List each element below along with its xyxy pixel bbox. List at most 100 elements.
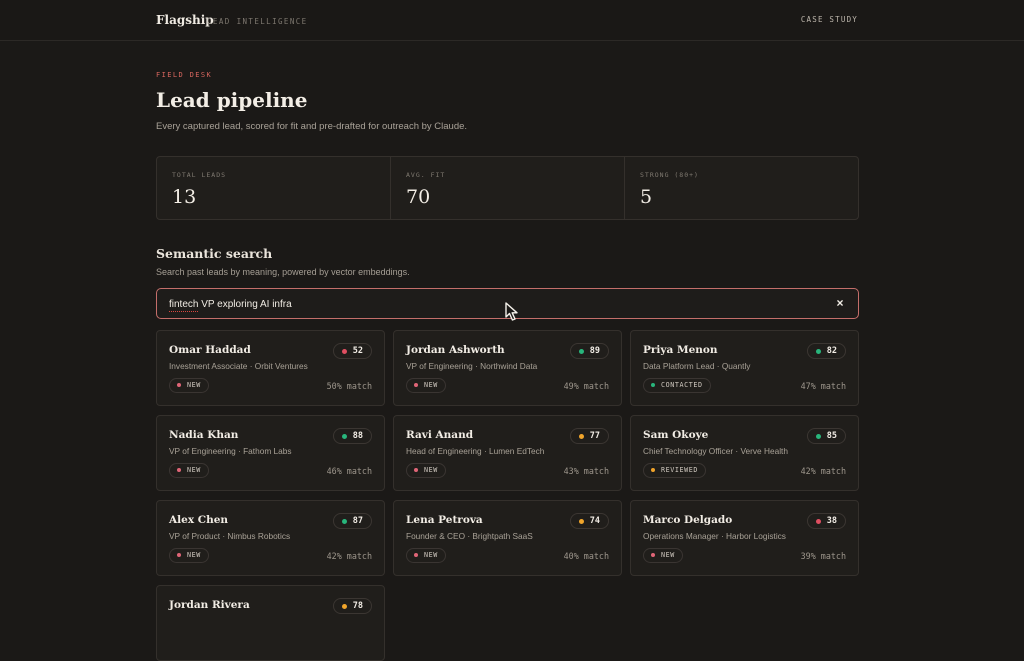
lead-status-badge: CONTACTED (643, 378, 711, 393)
score-status-dot-icon (341, 349, 347, 354)
lead-card[interactable]: Ravi Anand 77 Head of Engineering · Lume… (393, 415, 622, 491)
fit-score-badge: 82 (806, 343, 846, 359)
lead-status: NEW (424, 466, 438, 474)
lead-card[interactable]: Jordan Ashworth 89 VP of Engineering · N… (393, 330, 622, 406)
semantic-match-score: 50% match (326, 381, 372, 391)
stat-value: 5 (640, 186, 653, 208)
score-status-dot-icon (578, 434, 584, 439)
semantic-match-score: 42% match (800, 466, 846, 476)
lead-role: Data Platform Lead · Quantly (643, 361, 751, 371)
lead-name: Lena Petrova (406, 514, 483, 526)
lead-card[interactable]: Nadia Khan 88 VP of Engineering · Fathom… (156, 415, 385, 491)
lead-role: VP of Product · Nimbus Robotics (169, 531, 291, 541)
lead-card[interactable]: Marco Delgado 38 Operations Manager · Ha… (630, 500, 859, 576)
total-leads-stat: TOTAL LEADS 13 (157, 157, 391, 219)
stat-label: AVG. FIT (406, 171, 446, 179)
lead-card[interactable]: Omar Haddad 52 Investment Associate · Or… (156, 330, 385, 406)
fit-score-badge: 77 (569, 428, 609, 444)
lead-role: Investment Associate · Orbit Ventures (169, 361, 308, 371)
brand-subtitle: LEAD INTELLIGENCE (207, 17, 308, 26)
lead-status: NEW (424, 381, 438, 389)
lead-card[interactable]: Jordan Rivera 78 (156, 585, 385, 661)
fit-score: 88 (352, 431, 363, 441)
semantic-search-input[interactable] (169, 296, 809, 312)
lead-status-badge: NEW (643, 548, 683, 563)
fit-score: 89 (589, 346, 600, 356)
fit-score: 74 (589, 516, 600, 526)
status-dot-icon (177, 553, 181, 557)
semantic-search-title: Semantic search (156, 246, 273, 261)
fit-score-badge: 38 (806, 513, 846, 529)
lead-status-badge: NEW (406, 548, 446, 563)
fit-score: 52 (352, 346, 363, 356)
score-status-dot-icon (341, 604, 347, 609)
fit-score: 85 (826, 431, 837, 441)
fit-score: 77 (589, 431, 600, 441)
page-eyebrow: FIELD DESK (156, 71, 213, 79)
lead-role: Chief Technology Officer · Verve Health (643, 446, 788, 456)
lead-role: Operations Manager · Harbor Logistics (643, 531, 786, 541)
score-status-dot-icon (578, 349, 584, 354)
lead-status: REVIEWED (661, 466, 699, 474)
lead-card[interactable]: Priya Menon 82 Data Platform Lead · Quan… (630, 330, 859, 406)
average-fit-stat: AVG. FIT 70 (391, 157, 625, 219)
lead-role: Head of Engineering · Lumen EdTech (406, 446, 545, 456)
lead-role: VP of Engineering · Northwind Data (406, 361, 538, 371)
fit-score: 82 (826, 346, 837, 356)
fit-score: 78 (352, 601, 363, 611)
semantic-search-description: Search past leads by meaning, powered by… (156, 267, 410, 277)
top-navigation-bar: Flagship LEAD INTELLIGENCE CASE STUDY (0, 0, 1024, 41)
status-dot-icon (414, 383, 418, 387)
lead-status: NEW (187, 551, 201, 559)
score-status-dot-icon (815, 519, 821, 524)
case-study-link[interactable]: CASE STUDY (801, 15, 858, 24)
score-status-dot-icon (578, 519, 584, 524)
fit-score: 38 (826, 516, 837, 526)
lead-name: Alex Chen (169, 514, 229, 526)
fit-score: 87 (352, 516, 363, 526)
pipeline-stats-panel: TOTAL LEADS 13 AVG. FIT 70 STRONG (80+) … (156, 156, 859, 220)
lead-status-badge: NEW (406, 378, 446, 393)
status-dot-icon (414, 553, 418, 557)
brand-logo-text[interactable]: Flagship (156, 13, 214, 27)
lead-name: Ravi Anand (406, 429, 474, 441)
status-dot-icon (177, 383, 181, 387)
score-status-dot-icon (815, 349, 821, 354)
fit-score-badge: 85 (806, 428, 846, 444)
lead-name: Omar Haddad (169, 344, 251, 356)
semantic-match-score: 42% match (326, 551, 372, 561)
lead-status: NEW (187, 381, 201, 389)
lead-role: VP of Engineering · Fathom Labs (169, 446, 292, 456)
semantic-match-score: 39% match (800, 551, 846, 561)
semantic-match-score: 40% match (563, 551, 609, 561)
semantic-match-score: 47% match (800, 381, 846, 391)
stat-label: STRONG (80+) (640, 171, 699, 179)
semantic-match-score: 49% match (563, 381, 609, 391)
close-icon[interactable]: × (834, 297, 846, 309)
lead-card[interactable]: Sam Okoye 85 Chief Technology Officer · … (630, 415, 859, 491)
mouse-pointer-icon (505, 302, 518, 321)
lead-card[interactable]: Lena Petrova 74 Founder & CEO · Brightpa… (393, 500, 622, 576)
strong-leads-stat: STRONG (80+) 5 (625, 157, 858, 219)
lead-status-badge: NEW (169, 463, 209, 478)
status-dot-icon (651, 383, 655, 387)
semantic-match-score: 43% match (563, 466, 609, 476)
lead-status: NEW (424, 551, 438, 559)
lead-name: Jordan Ashworth (406, 344, 505, 356)
fit-score-badge: 88 (332, 428, 372, 444)
lead-status-badge: NEW (406, 463, 446, 478)
score-status-dot-icon (341, 434, 347, 439)
score-status-dot-icon (341, 519, 347, 524)
lead-status: CONTACTED (661, 381, 703, 389)
fit-score-badge: 74 (569, 513, 609, 529)
semantic-match-score: 46% match (326, 466, 372, 476)
lead-card[interactable]: Alex Chen 87 VP of Product · Nimbus Robo… (156, 500, 385, 576)
lead-role: Founder & CEO · Brightpath SaaS (406, 531, 533, 541)
stat-value: 70 (406, 186, 431, 208)
fit-score-badge: 87 (332, 513, 372, 529)
score-status-dot-icon (815, 434, 821, 439)
status-dot-icon (414, 468, 418, 472)
lead-status-badge: NEW (169, 548, 209, 563)
fit-score-badge: 89 (569, 343, 609, 359)
fit-score-badge: 52 (332, 343, 372, 359)
